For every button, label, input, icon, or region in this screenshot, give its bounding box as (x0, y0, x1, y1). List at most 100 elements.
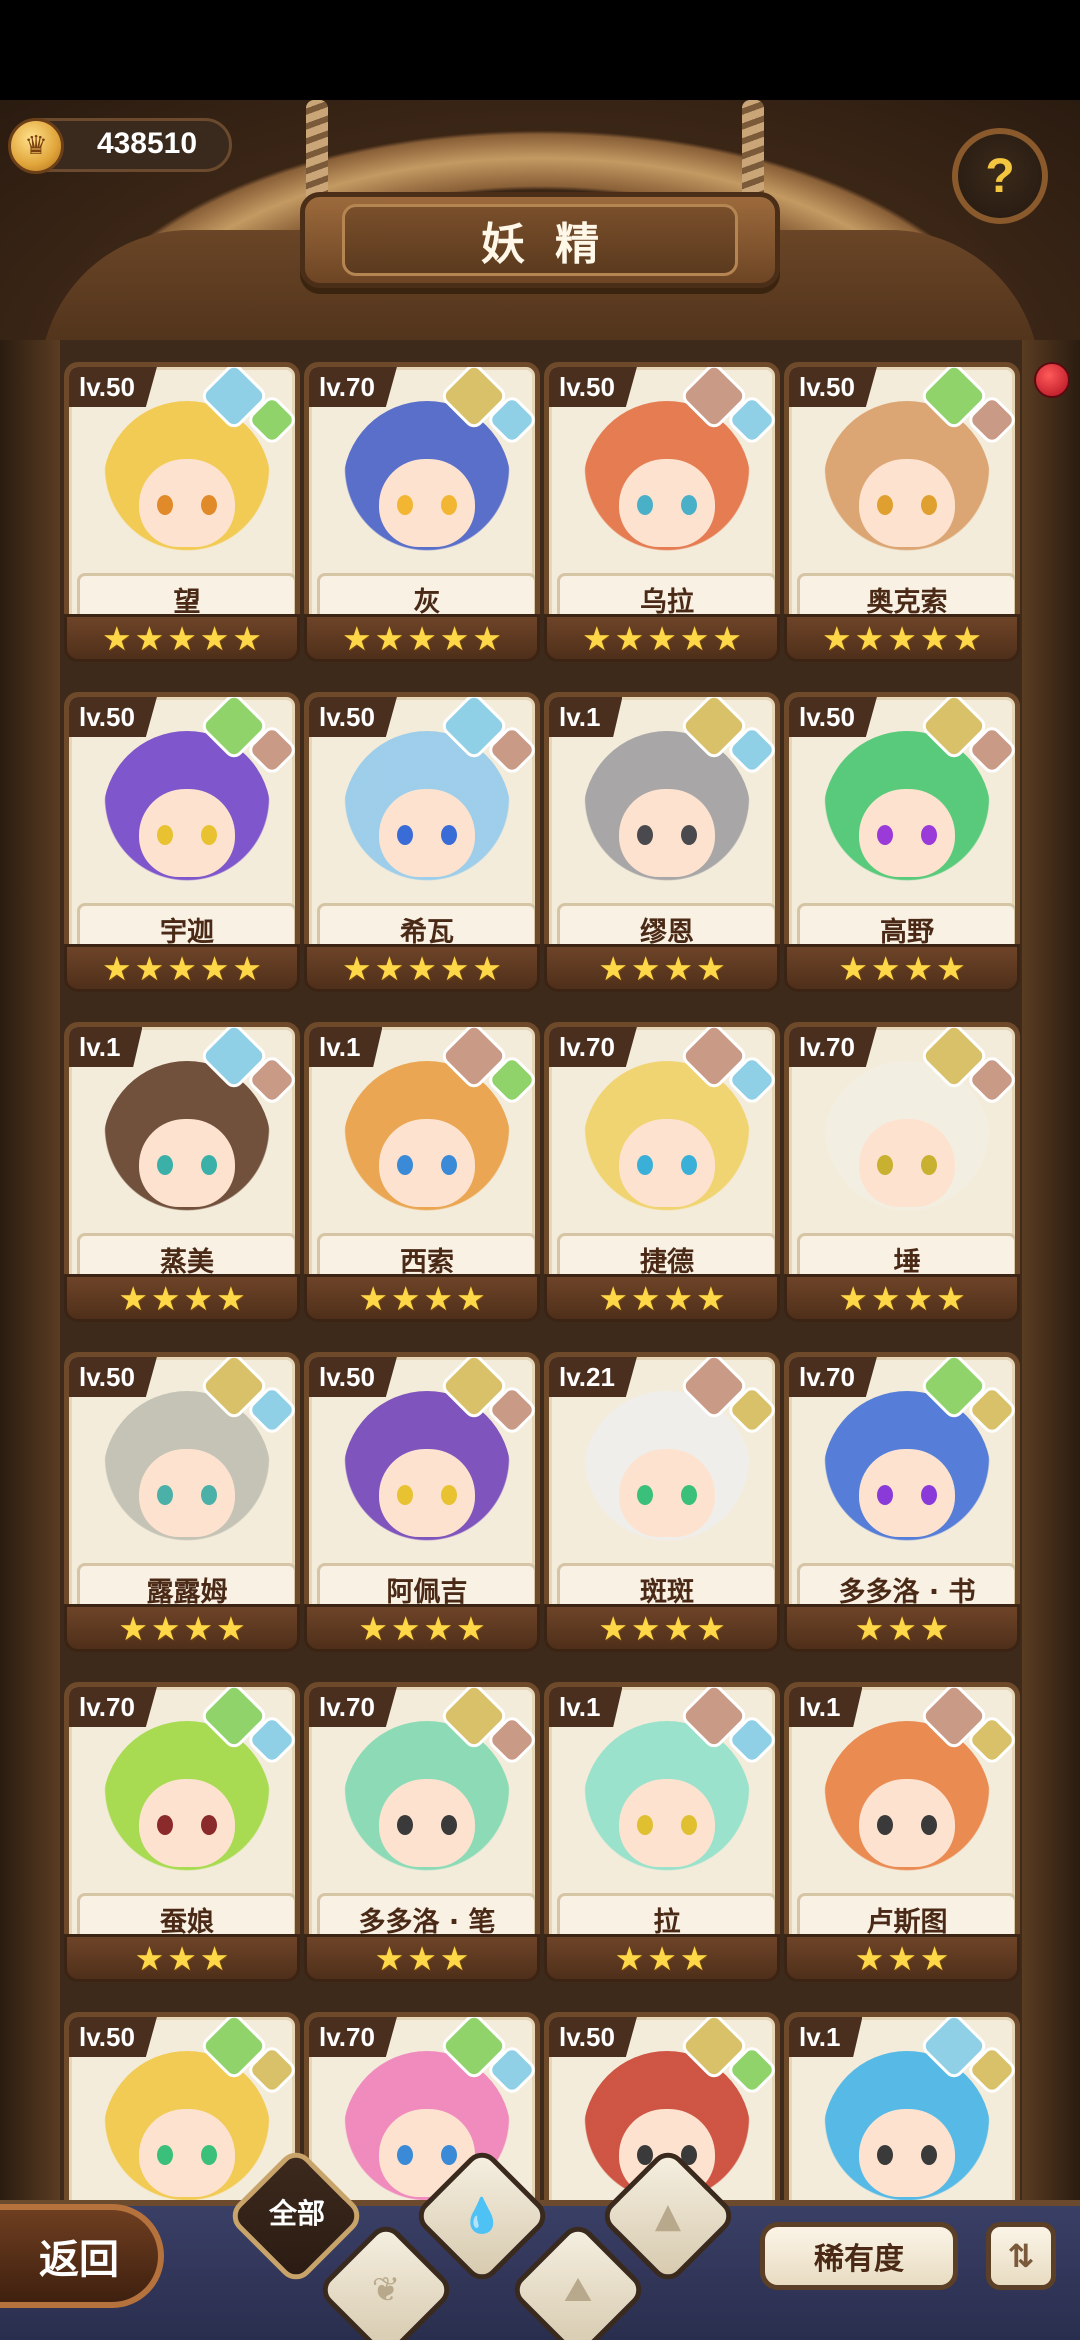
fairy-eye (201, 825, 217, 845)
star-icon: ★ (696, 948, 726, 988)
question-sprout-icon: ? (985, 149, 1015, 203)
star-rating: ★ ★ ★ ★ (304, 1604, 540, 1652)
fairy-card[interactable]: lv.70 蚕娘 ★ ★ ★ (64, 1682, 300, 1988)
fairy-card[interactable]: lv.1 拉 ★ ★ ★ (544, 1682, 780, 1988)
fairy-card[interactable]: lv.21 斑斑 ★ ★ ★ ★ (544, 1352, 780, 1658)
star-icon: ★ (390, 1278, 421, 1318)
fairy-card-body: lv.70 灰 (304, 362, 540, 630)
fairy-name: 拉 (653, 1906, 681, 1938)
fire-icon: ▲ (654, 2196, 682, 2236)
fairy-eye (441, 2145, 457, 2165)
star-rating: ★ ★ ★ ★ ★ (304, 944, 540, 992)
fairy-eye (201, 2145, 217, 2165)
fairy-eye (921, 825, 937, 845)
fairy-face (859, 2109, 955, 2197)
sort-order-button[interactable]: ⇅ (986, 2222, 1056, 2290)
fairy-face (619, 1119, 715, 1207)
star-icon: ★ (199, 948, 230, 988)
star-rating: ★ ★ ★ ★ (304, 1274, 540, 1322)
star-icon: ★ (870, 948, 901, 988)
fairy-card[interactable]: lv.1 西索 ★ ★ ★ ★ (304, 1022, 540, 1328)
fairy-eye (877, 1155, 893, 1175)
star-icon: ★ (439, 618, 470, 658)
fairy-card[interactable]: lv.70 多多洛 · 笔 ★ ★ ★ (304, 1682, 540, 1988)
star-icon: ★ (663, 1608, 694, 1648)
fairy-eye (877, 2145, 893, 2165)
fairy-eye (637, 1815, 653, 1835)
fairy-card[interactable]: lv.1 缪恩 ★ ★ ★ ★ (544, 692, 780, 998)
fairy-card[interactable]: lv.50 宇迦 ★ ★ ★ ★ ★ (64, 692, 300, 998)
fairy-name: 捷德 (640, 1246, 694, 1278)
fairy-eye (397, 2145, 413, 2165)
fairy-card-body: lv.50 高野 (784, 692, 1020, 960)
fairy-name: 乌拉 (640, 586, 694, 618)
fairy-card-body: lv.50 露露姆 (64, 1352, 300, 1620)
fairy-face (139, 459, 235, 547)
star-icon: ★ (439, 948, 470, 988)
fairy-face (859, 459, 955, 547)
star-icon: ★ (919, 618, 950, 658)
star-icon: ★ (679, 618, 710, 658)
fairy-card[interactable]: lv.70 灰 ★ ★ ★ ★ ★ (304, 362, 540, 668)
star-rating: ★ ★ ★ (304, 1934, 540, 1982)
fairy-card-body: lv.50 宇迦 (64, 692, 300, 960)
level-tag: lv.50 (309, 697, 397, 737)
help-button[interactable]: ? (952, 128, 1048, 224)
level-tag: lv.50 (309, 1357, 397, 1397)
star-icon: ★ (598, 1608, 628, 1648)
fairy-face (619, 1779, 715, 1867)
fairy-face (379, 789, 475, 877)
fairy-eye (397, 1155, 413, 1175)
level-tag: lv.70 (789, 1027, 877, 1067)
back-button[interactable]: 返回 (0, 2204, 164, 2308)
star-rating: ★ ★ ★ (64, 1934, 300, 1982)
star-rating: ★ ★ ★ ★ ★ (64, 944, 300, 992)
fairy-card[interactable]: lv.50 希瓦 ★ ★ ★ ★ ★ (304, 692, 540, 998)
fairy-card[interactable]: lv.50 望 ★ ★ ★ ★ ★ (64, 362, 300, 668)
fairy-name: 希瓦 (400, 916, 454, 948)
fairy-eye (441, 1485, 457, 1505)
star-icon: ★ (663, 948, 694, 988)
fairy-card[interactable]: lv.50 阿佩吉 ★ ★ ★ ★ (304, 1352, 540, 1658)
star-icon: ★ (472, 948, 502, 988)
fairy-eye (157, 2145, 173, 2165)
star-rating: ★ ★ ★ ★ ★ (64, 614, 300, 662)
fairy-card[interactable]: lv.1 蒸美 ★ ★ ★ ★ (64, 1022, 300, 1328)
fairy-card-body: lv.70 多多洛 · 笔 (304, 1682, 540, 1950)
fairy-eye (157, 825, 173, 845)
fairy-card[interactable]: lv.50 奥克索 ★ ★ ★ ★ ★ (784, 362, 1020, 668)
star-icon: ★ (102, 618, 132, 658)
panel-frame-left (0, 340, 60, 2200)
fairy-card[interactable]: lv.50 乌拉 ★ ★ ★ ★ ★ (544, 362, 780, 668)
star-icon: ★ (134, 948, 165, 988)
star-icon: ★ (167, 618, 197, 658)
level-tag: lv.50 (69, 1357, 157, 1397)
star-icon: ★ (854, 1938, 885, 1978)
earth-icon: ⛰ (563, 2270, 593, 2310)
fairy-eye (681, 825, 697, 845)
fairy-card[interactable]: lv.50 高野 ★ ★ ★ ★ (784, 692, 1020, 998)
star-icon: ★ (167, 1938, 197, 1978)
fairy-eye (441, 1815, 457, 1835)
fairy-eye (921, 1155, 937, 1175)
fairy-card[interactable]: lv.70 埵 ★ ★ ★ ★ (784, 1022, 1020, 1328)
star-icon: ★ (342, 948, 372, 988)
fairy-card[interactable]: lv.50 露露姆 ★ ★ ★ ★ (64, 1352, 300, 1658)
fairy-card-body: lv.70 多多洛 · 书 (784, 1352, 1020, 1620)
star-icon: ★ (887, 1938, 917, 1978)
fairy-name: 奥克索 (866, 586, 948, 618)
fairy-eye (201, 1485, 217, 1505)
star-icon: ★ (630, 1608, 661, 1648)
fairy-eye (681, 1155, 697, 1175)
star-icon: ★ (887, 618, 917, 658)
rarity-sort-button[interactable]: 稀有度 (760, 2222, 958, 2290)
scroll-indicator-ladybug-icon[interactable] (1034, 362, 1070, 398)
fairy-card[interactable]: lv.70 捷德 ★ ★ ★ ★ (544, 1022, 780, 1328)
fairy-face (859, 789, 955, 877)
fairy-card[interactable]: lv.1 卢斯图 ★ ★ ★ (784, 1682, 1020, 1988)
fairy-eye (921, 1485, 937, 1505)
page-title-frame: 妖精 (342, 204, 738, 276)
fairy-eye (637, 825, 653, 845)
fairy-name: 多多洛 · 书 (838, 1576, 976, 1608)
fairy-card[interactable]: lv.70 多多洛 · 书 ★ ★ ★ (784, 1352, 1020, 1658)
